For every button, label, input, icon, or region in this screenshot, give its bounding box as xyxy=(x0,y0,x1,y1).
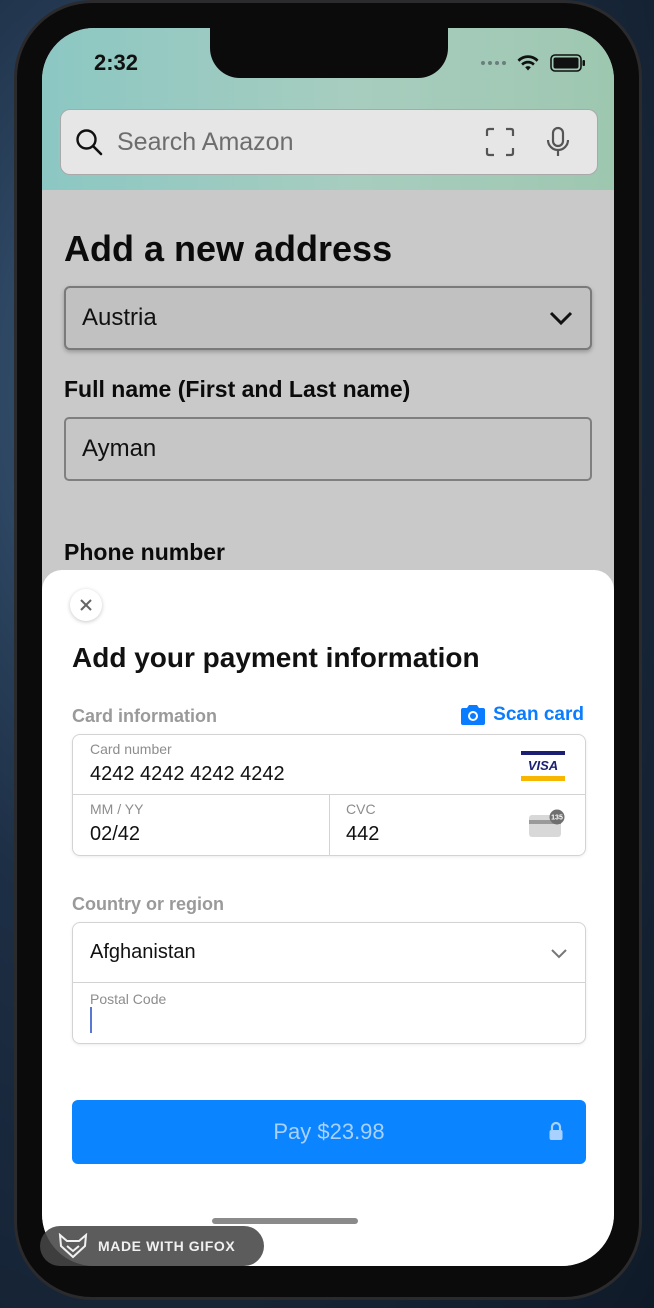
card-number-value: 4242 4242 4242 4242 xyxy=(90,763,285,785)
camera-icon xyxy=(461,705,486,725)
cvc-field[interactable]: CVC 442 135 xyxy=(330,795,585,855)
full-name-label: Full name (First and Last name) xyxy=(64,376,411,402)
card-info-box: Card number 4242 4242 4242 4242 VISA MM … xyxy=(72,734,586,856)
postal-code-label: Postal Code xyxy=(90,991,167,1007)
payment-title: Add your payment information xyxy=(72,642,480,673)
device-notch xyxy=(210,28,448,78)
gifox-watermark: MADE WITH GIFOX xyxy=(40,1226,264,1266)
expiry-label: MM / YY xyxy=(90,801,144,817)
chevron-down-icon xyxy=(549,311,573,326)
country-region-dropdown[interactable]: Afghanistan xyxy=(73,923,585,983)
lock-icon xyxy=(549,1121,563,1140)
microphone-icon[interactable] xyxy=(545,126,571,158)
fox-logo-icon xyxy=(58,1233,88,1259)
cvc-card-icon: 135 xyxy=(529,809,565,837)
phone-label: Phone number xyxy=(64,539,226,565)
text-cursor xyxy=(90,1007,92,1033)
app-screen: 2:32 Search Amazon Add a new address Aus… xyxy=(42,28,614,1266)
expiry-value: 02/42 xyxy=(90,823,141,845)
country-section-label: Country or region xyxy=(72,894,224,914)
cvc-label: CVC xyxy=(346,801,376,817)
watermark-text: MADE WITH GIFOX xyxy=(98,1238,236,1254)
country-dropdown[interactable]: Austria xyxy=(64,286,592,350)
home-indicator xyxy=(212,1218,358,1224)
country-dropdown-value: Austria xyxy=(82,304,157,331)
close-icon xyxy=(80,599,92,611)
country-postal-box: Afghanistan Postal Code xyxy=(72,922,586,1044)
cell-signal-icon xyxy=(481,61,506,65)
wifi-icon xyxy=(517,55,539,71)
battery-icon xyxy=(550,54,585,72)
cvc-badge-text: 135 xyxy=(551,815,563,822)
page-title: Add a new address xyxy=(64,228,393,269)
chevron-down-icon xyxy=(551,949,567,959)
card-section-label: Card information xyxy=(72,706,218,726)
search-icon xyxy=(76,129,103,156)
pay-button[interactable]: Pay $23.98 xyxy=(72,1100,586,1164)
card-row-expiry-cvc: MM / YY 02/42 CVC 442 135 xyxy=(73,795,585,855)
payment-sheet: Add your payment information Card inform… xyxy=(42,570,614,1266)
country-region-value: Afghanistan xyxy=(90,941,196,963)
search-bar[interactable]: Search Amazon xyxy=(60,109,598,175)
close-button[interactable] xyxy=(70,589,102,621)
scan-icon[interactable] xyxy=(485,127,515,157)
cvc-value: 442 xyxy=(346,823,380,845)
card-number-label: Card number xyxy=(90,741,172,757)
scan-card-button[interactable]: Scan card xyxy=(459,704,584,726)
pay-button-label: Pay $23.98 xyxy=(273,1119,385,1144)
status-time: 2:32 xyxy=(94,50,139,75)
expiry-field[interactable]: MM / YY 02/42 xyxy=(73,795,329,855)
postal-code-field[interactable]: Postal Code xyxy=(73,983,585,1043)
visa-logo-text: VISA xyxy=(528,758,558,773)
status-icons xyxy=(481,54,586,72)
full-name-field[interactable]: Ayman xyxy=(64,417,592,481)
card-number-field[interactable]: Card number 4242 4242 4242 4242 VISA xyxy=(73,735,585,795)
scan-card-label: Scan card xyxy=(493,704,584,725)
search-input[interactable]: Search Amazon xyxy=(117,128,485,157)
visa-logo-icon: VISA xyxy=(521,751,565,781)
